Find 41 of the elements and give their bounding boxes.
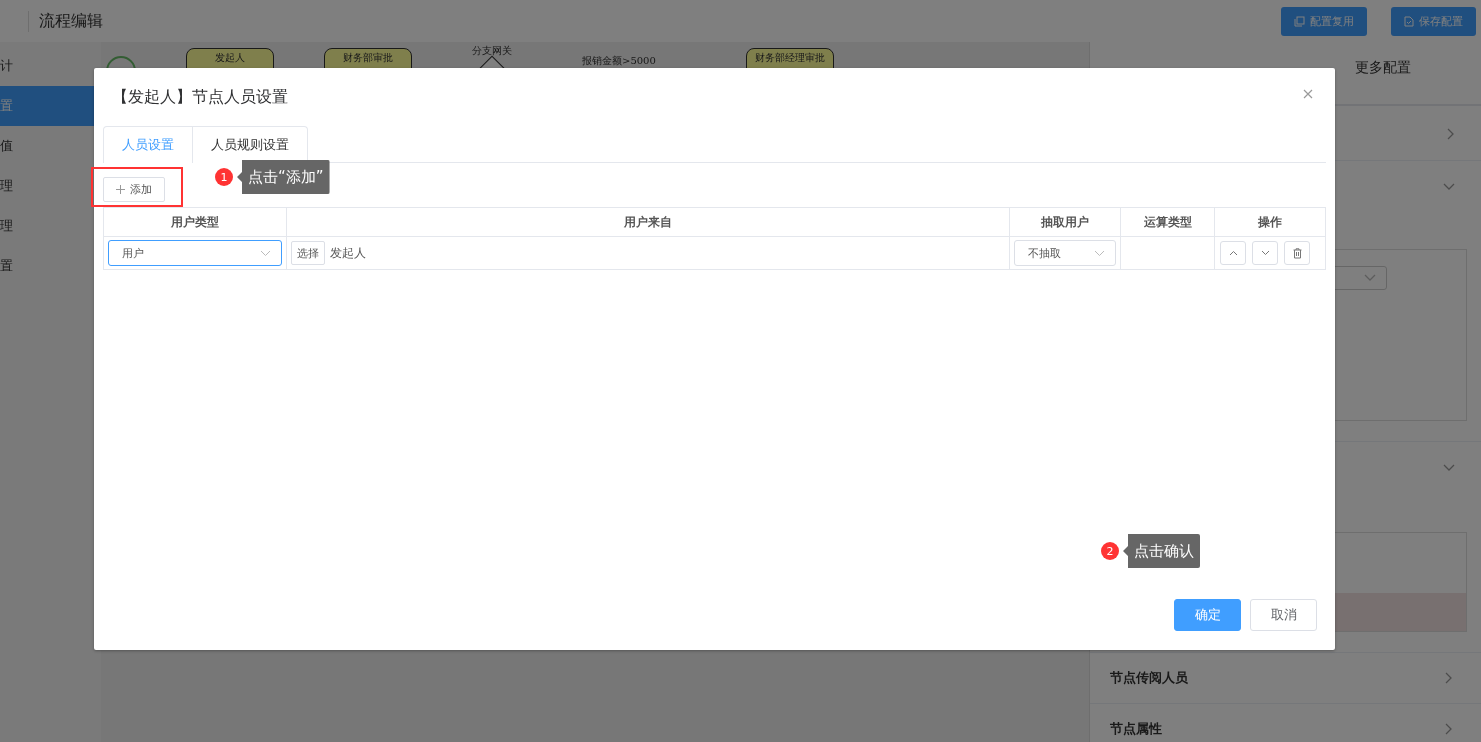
chevron-right-icon[interactable] <box>1447 128 1455 140</box>
document-check-icon <box>1404 15 1414 27</box>
chevron-down-icon <box>260 249 271 257</box>
confirm-button[interactable]: 确定 <box>1174 599 1241 631</box>
column-header: 用户来自 <box>286 207 1010 237</box>
move-up-button[interactable] <box>1220 241 1246 265</box>
dialog-title: 【发起人】节点人员设置 <box>112 87 288 108</box>
section-title[interactable]: 节点属性 <box>1110 720 1162 738</box>
trash-icon <box>1292 247 1302 259</box>
extract-user-select[interactable]: 不抽取 <box>1014 240 1116 266</box>
chevron-down-icon <box>1260 250 1270 256</box>
chevron-down-icon[interactable] <box>1443 464 1455 472</box>
sidebar-item[interactable]: 计 <box>0 46 101 86</box>
delete-button[interactable] <box>1284 241 1310 265</box>
section-title[interactable]: 节点传阅人员 <box>1110 669 1188 687</box>
column-header: 抽取用户 <box>1009 207 1121 237</box>
user-type-select[interactable]: 用户 <box>108 240 282 266</box>
chevron-down-icon[interactable] <box>1443 183 1455 191</box>
edge-label: 报销金额>5000 <box>582 54 656 68</box>
user-source-text: 发起人 <box>330 245 366 260</box>
tooltip: 点击确认 <box>1123 534 1200 568</box>
add-button[interactable]: 添加 <box>103 176 165 202</box>
column-header: 运算类型 <box>1120 207 1215 237</box>
chevron-down-icon <box>1094 249 1105 257</box>
chevron-up-icon <box>1228 250 1238 256</box>
column-header: 用户类型 <box>103 207 287 237</box>
move-down-button[interactable] <box>1252 241 1278 265</box>
dialog-tab[interactable]: 人员规则设置 <box>193 126 308 163</box>
column-header: 操作 <box>1214 207 1326 237</box>
copy-icon <box>1294 15 1305 27</box>
tooltip: 点击“添加” <box>237 160 330 194</box>
close-icon[interactable] <box>1303 89 1313 99</box>
save-config-button[interactable]: 保存配置 <box>1391 6 1476 36</box>
gateway-label: 分支网关 <box>472 44 512 58</box>
reuse-config-button[interactable]: 配置复用 <box>1281 6 1367 36</box>
plus-icon <box>116 184 125 194</box>
chevron-down-icon <box>1364 274 1376 282</box>
cancel-button[interactable]: 取消 <box>1250 599 1317 631</box>
dialog-tab[interactable]: 人员设置 <box>103 126 193 163</box>
select-button[interactable]: 选择 <box>291 241 325 265</box>
page-title: 流程编辑 <box>28 10 103 32</box>
